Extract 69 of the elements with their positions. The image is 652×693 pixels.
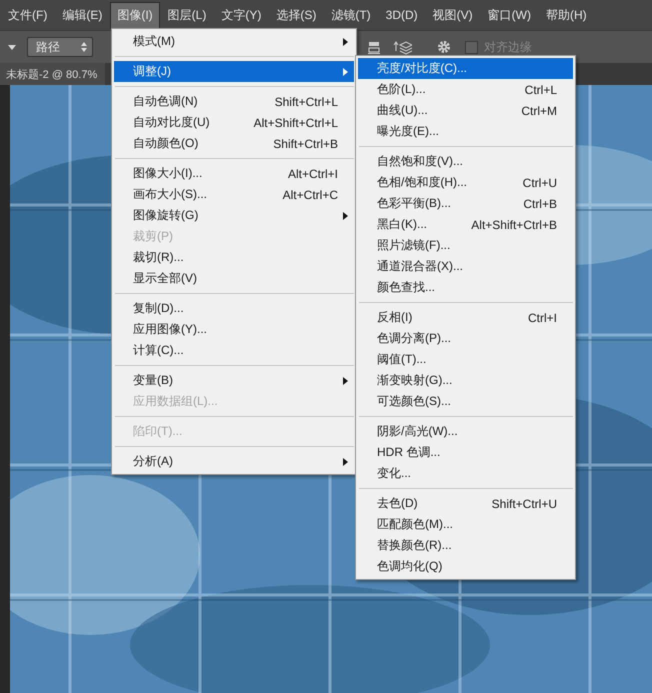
menu-bar-item[interactable]: 选择(S) <box>269 2 324 28</box>
shortcut-text: Ctrl+U <box>522 176 557 190</box>
menu-item[interactable]: 色相/饱和度(H)... Ctrl+U <box>358 172 573 193</box>
menu-item[interactable]: 分析(A) <box>114 451 354 472</box>
menu-bar-item[interactable]: 滤镜(T) <box>324 2 378 28</box>
menu-item[interactable]: 色调分离(P)... <box>358 328 573 349</box>
menu-bar-item[interactable]: 图像(I) <box>110 2 160 28</box>
menu-item[interactable]: HDR 色调... <box>358 442 573 463</box>
menu-item[interactable]: 计算(C)... <box>114 340 354 361</box>
caret-icon[interactable] <box>8 44 16 50</box>
menu-item[interactable]: 曝光度(E)... <box>358 121 573 142</box>
menu-item[interactable]: 应用图像(Y)... <box>114 319 354 340</box>
document-tab[interactable]: 未标题-2 @ 80.7% <box>0 63 106 85</box>
menu-bar-item[interactable]: 文件(F) <box>1 2 54 28</box>
menu-item[interactable]: 图像大小(I)... Alt+Ctrl+I <box>114 163 354 184</box>
menu-item[interactable]: 可选颜色(S)... <box>358 391 573 412</box>
menu-item[interactable]: 复制(D)... <box>114 298 354 319</box>
shortcut-text: Alt+Ctrl+C <box>282 188 338 202</box>
menu-bar-item[interactable]: 编辑(E) <box>55 2 110 28</box>
menu-item[interactable]: 照片滤镜(F)... <box>358 235 573 256</box>
shortcut-text: Ctrl+I <box>528 310 557 324</box>
mode-select[interactable]: 路径 <box>27 37 93 57</box>
menu-item[interactable]: 自然饱和度(V)... <box>358 151 573 172</box>
shortcut-text: Ctrl+B <box>523 196 557 210</box>
settings-icon[interactable] <box>437 40 451 54</box>
menu-item[interactable]: 变化... <box>358 463 573 484</box>
shortcut-text: Shift+Ctrl+U <box>492 496 557 510</box>
menu-item[interactable]: 显示全部(V) <box>114 268 354 289</box>
menu-item[interactable]: 画布大小(S)... Alt+Ctrl+C <box>114 184 354 205</box>
menu-item[interactable]: 反相(I) Ctrl+I <box>358 307 573 328</box>
menu-item[interactable]: 自动色调(N) Shift+Ctrl+L <box>114 91 354 112</box>
menu-item[interactable]: 自动对比度(U) Alt+Shift+Ctrl+L <box>114 112 354 133</box>
menu-item[interactable]: 曲线(U)... Ctrl+M <box>358 100 573 121</box>
menu-item[interactable]: 亮度/对比度(C)... <box>358 58 573 79</box>
menu-item[interactable]: 色阶(L)... Ctrl+L <box>358 79 573 100</box>
menu-item[interactable]: 阈值(T)... <box>358 349 573 370</box>
menu-item[interactable]: 黑白(K)... Alt+Shift+Ctrl+B <box>358 214 573 235</box>
menu-item[interactable]: 图像旋转(G) <box>114 205 354 226</box>
shortcut-text: Shift+Ctrl+L <box>274 94 338 108</box>
menu-item[interactable]: 裁切(R)... <box>114 247 354 268</box>
menu-bar-item[interactable]: 视图(V) <box>426 2 480 28</box>
menu-item[interactable]: 匹配颜色(M)... <box>358 514 573 535</box>
menu-item[interactable]: 自动颜色(O) Shift+Ctrl+B <box>114 133 354 154</box>
menu-item[interactable]: 颜色查找... <box>358 277 573 298</box>
menu-item[interactable]: 色彩平衡(B)... Ctrl+B <box>358 193 573 214</box>
shortcut-text: Alt+Shift+Ctrl+B <box>471 218 557 232</box>
menu-bar-item[interactable]: 窗口(W) <box>480 2 538 28</box>
shortcut-text: Alt+Shift+Ctrl+L <box>254 116 338 130</box>
up-down-arrows-icon <box>81 42 87 52</box>
menu-item[interactable]: 阴影/高光(W)... <box>358 421 573 442</box>
menu-item[interactable]: 调整(J) <box>114 61 354 82</box>
menu-bar-item[interactable]: 文字(Y) <box>214 2 268 28</box>
align-bottom-icon[interactable] <box>368 40 380 54</box>
menu-bar-item[interactable]: 图层(L) <box>160 2 214 28</box>
checkbox[interactable] <box>465 40 478 54</box>
menu-item[interactable]: 去色(D) Shift+Ctrl+U <box>358 493 573 514</box>
shortcut-text: Ctrl+M <box>521 104 557 118</box>
shortcut-text: Ctrl+L <box>524 82 557 96</box>
menu-item[interactable]: 渐变映射(G)... <box>358 370 573 391</box>
menu-item[interactable]: 色调均化(Q) <box>358 556 573 577</box>
menu-item[interactable]: 替换颜色(R)... <box>358 535 573 556</box>
arrange-layers-icon[interactable] <box>392 39 412 55</box>
menu-item[interactable]: 模式(M) <box>114 31 354 52</box>
menu-bar-item[interactable]: 3D(D) <box>378 3 425 27</box>
menu-item[interactable]: 通道混合器(X)... <box>358 256 573 277</box>
shortcut-text: Alt+Ctrl+I <box>288 166 338 180</box>
menu-item[interactable]: 变量(B) <box>114 370 354 391</box>
menu-bar-item[interactable]: 帮助(H) <box>538 2 594 28</box>
shortcut-text: Shift+Ctrl+B <box>273 136 338 150</box>
